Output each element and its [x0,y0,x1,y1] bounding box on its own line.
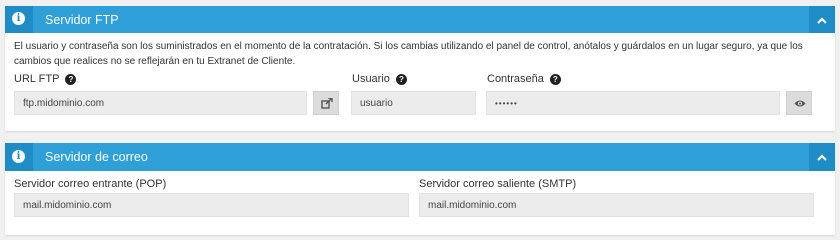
ftp-header-icon-box: i [5,6,33,33]
info-icon: i [12,150,25,163]
eye-icon [794,100,806,107]
url-ftp-field[interactable]: ftp.midominio.com [14,91,307,115]
show-password-button[interactable] [786,91,812,115]
password-label: Contraseña ? [487,73,561,85]
mail-server-panel: i Servidor de correo Servidor correo ent… [5,143,835,235]
ftp-description: El usuario y contraseña son los suminist… [14,41,803,67]
mail-panel-header[interactable]: i Servidor de correo [5,143,835,171]
question-circle-icon[interactable]: ? [395,73,407,85]
chevron-up-icon [817,17,827,24]
password-field[interactable]: •••••• [486,91,780,115]
mail-header-icon-box: i [5,143,33,171]
ftp-panel-header[interactable]: i Servidor FTP [5,6,835,33]
user-field[interactable]: usuario [351,91,476,115]
question-circle-icon[interactable]: ? [65,73,77,85]
url-ftp-label: URL FTP ? [14,73,77,85]
mail-panel-title: Servidor de correo [45,150,148,164]
user-label-text: Usuario [352,73,390,85]
ftp-server-panel: i Servidor FTP El usuario y contraseña s… [5,6,835,131]
user-label: Usuario ? [352,73,407,85]
info-icon: i [12,12,25,25]
ftp-panel-title: Servidor FTP [45,12,119,27]
password-label-text: Contraseña [487,73,544,85]
pop-server-field[interactable]: mail.midominio.com [14,193,409,217]
url-ftp-label-text: URL FTP [14,73,60,85]
question-circle-icon[interactable]: ? [549,73,561,85]
open-ftp-link-button[interactable] [313,91,339,115]
ftp-collapse-button[interactable] [809,6,835,33]
mail-collapse-button[interactable] [809,143,835,171]
smtp-label: Servidor correo saliente (SMTP) [419,178,577,190]
external-link-icon [321,98,333,109]
smtp-server-field[interactable]: mail.midominio.com [419,193,814,217]
chevron-up-icon [817,154,827,161]
pop-label: Servidor correo entrante (POP) [14,178,167,190]
